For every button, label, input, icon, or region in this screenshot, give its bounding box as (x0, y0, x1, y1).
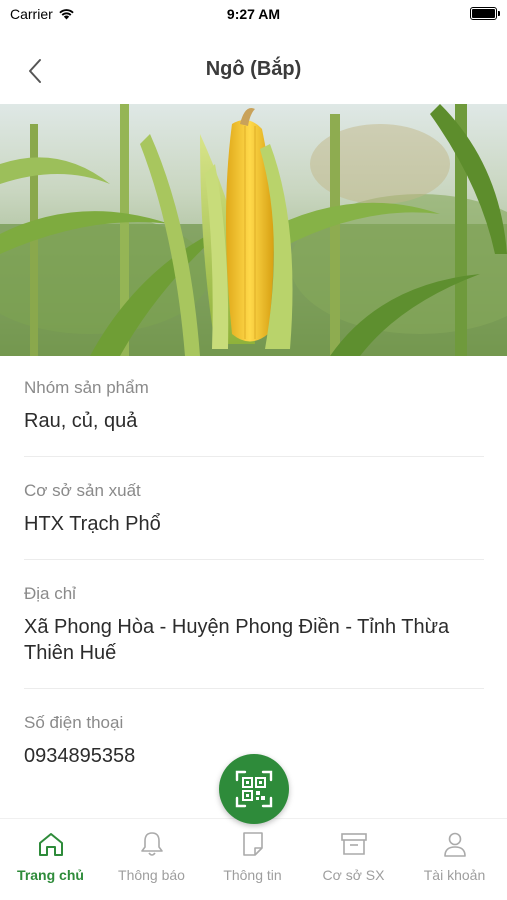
qr-scan-icon (235, 770, 273, 808)
status-bar: Carrier 9:27 AM (0, 0, 507, 30)
category-label: Nhóm sản phẩm (24, 378, 149, 397)
home-icon (38, 833, 63, 856)
info-item-address: Địa chỉ Xã Phong Hòa - Huyện Phong Điền … (24, 582, 484, 689)
tab-facility-label: Cơ sở SX (322, 867, 385, 883)
producer-value: HTX Trạch Phổ (24, 513, 161, 535)
page-title: Ngô (Bắp) (205, 58, 302, 80)
tab-home[interactable]: Trang chủ (0, 829, 101, 883)
clock: 9:27 AM (226, 6, 281, 22)
product-image (0, 104, 507, 356)
tab-info-label: Thông tin (223, 867, 282, 883)
category-value: Rau, củ, quả (24, 410, 138, 432)
tab-facility[interactable]: Cơ sở SX (303, 829, 404, 883)
phone-label: Số điện thoại (24, 713, 124, 732)
archive-icon (340, 833, 367, 855)
producer-label: Cơ sở sản xuất (24, 481, 141, 500)
tab-notifications[interactable]: Thông báo (101, 829, 202, 883)
info-item-category: Nhóm sản phẩm Rau, củ, quả (24, 376, 484, 457)
navigation-bar: Ngô (Bắp) (0, 40, 507, 100)
address-value: Xã Phong Hòa - Huyện Phong Điền - Tỉnh T… (24, 616, 450, 664)
tab-info[interactable]: Thông tin (202, 829, 303, 883)
address-label: Địa chỉ (24, 584, 76, 603)
tab-home-label: Trang chủ (17, 867, 84, 883)
battery-icon (470, 7, 500, 20)
note-icon (242, 832, 263, 856)
product-info-list: Nhóm sản phẩm Rau, củ, quả Cơ sở sản xuấ… (24, 376, 484, 813)
tab-notifications-label: Thông báo (118, 867, 185, 883)
tab-account-label: Tài khoản (423, 867, 486, 883)
tab-bar: Trang chủ Thông báo Thông tin Cơ sở SX T… (0, 818, 507, 900)
qr-scan-button[interactable] (219, 754, 289, 824)
user-icon (443, 832, 466, 857)
info-item-producer: Cơ sở sản xuất HTX Trạch Phổ (24, 479, 484, 560)
bell-icon (140, 832, 163, 856)
tab-account[interactable]: Tài khoản (404, 829, 505, 883)
